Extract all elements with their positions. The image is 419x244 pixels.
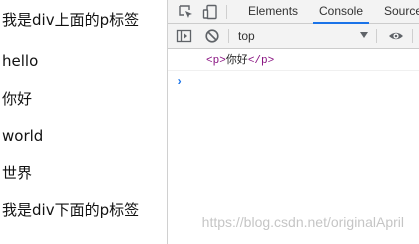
page-text-hello: hello [2, 52, 39, 70]
tab-console[interactable]: Console [313, 0, 369, 24]
console-log-row: <p>你好</p> [168, 49, 419, 71]
chevron-down-icon[interactable] [360, 32, 368, 38]
page-text-world: world [2, 127, 44, 145]
console-toolbar: top [168, 24, 419, 49]
html-close-tag: </p> [247, 55, 275, 67]
inspect-icon[interactable] [178, 4, 194, 20]
screen: 我是div上面的p标签 hello 你好 world 世界 我是div下面的p标… [0, 0, 419, 244]
page-preview: 我是div上面的p标签 hello 你好 world 世界 我是div下面的p标… [0, 0, 167, 244]
html-text-content: 你好 [225, 53, 248, 66]
device-toggle-icon[interactable] [202, 4, 218, 20]
page-paragraph-below: 我是div下面的p标签 [2, 201, 140, 219]
page-paragraph-above: 我是div上面的p标签 [2, 11, 140, 29]
console-prompt-icon[interactable]: › [176, 75, 183, 89]
tabbar-separator [226, 5, 227, 19]
page-text-nihao: 你好 [2, 90, 33, 108]
page-text-shijie: 世界 [2, 164, 33, 182]
devtools-panel: Elements Console Source top <p>你好</p> › … [168, 0, 419, 244]
devtools-tabbar: Elements Console Source [168, 0, 419, 24]
toolbar-separator [228, 29, 229, 43]
sidebar-toggle-icon[interactable] [176, 28, 192, 44]
clear-console-icon[interactable] [204, 28, 220, 44]
context-selector[interactable]: top [238, 29, 255, 43]
console-log-message[interactable]: <p>你好</p> [206, 49, 274, 72]
toolbar-separator-2 [376, 29, 377, 43]
watermark: https://blog.csdn.net/originalApril [201, 214, 404, 230]
tab-elements[interactable]: Elements [248, 0, 298, 24]
toolbar-separator-3 [412, 29, 413, 43]
html-open-tag: <p> [206, 55, 226, 67]
tab-sources[interactable]: Source [384, 0, 419, 24]
eye-icon[interactable] [388, 28, 404, 44]
